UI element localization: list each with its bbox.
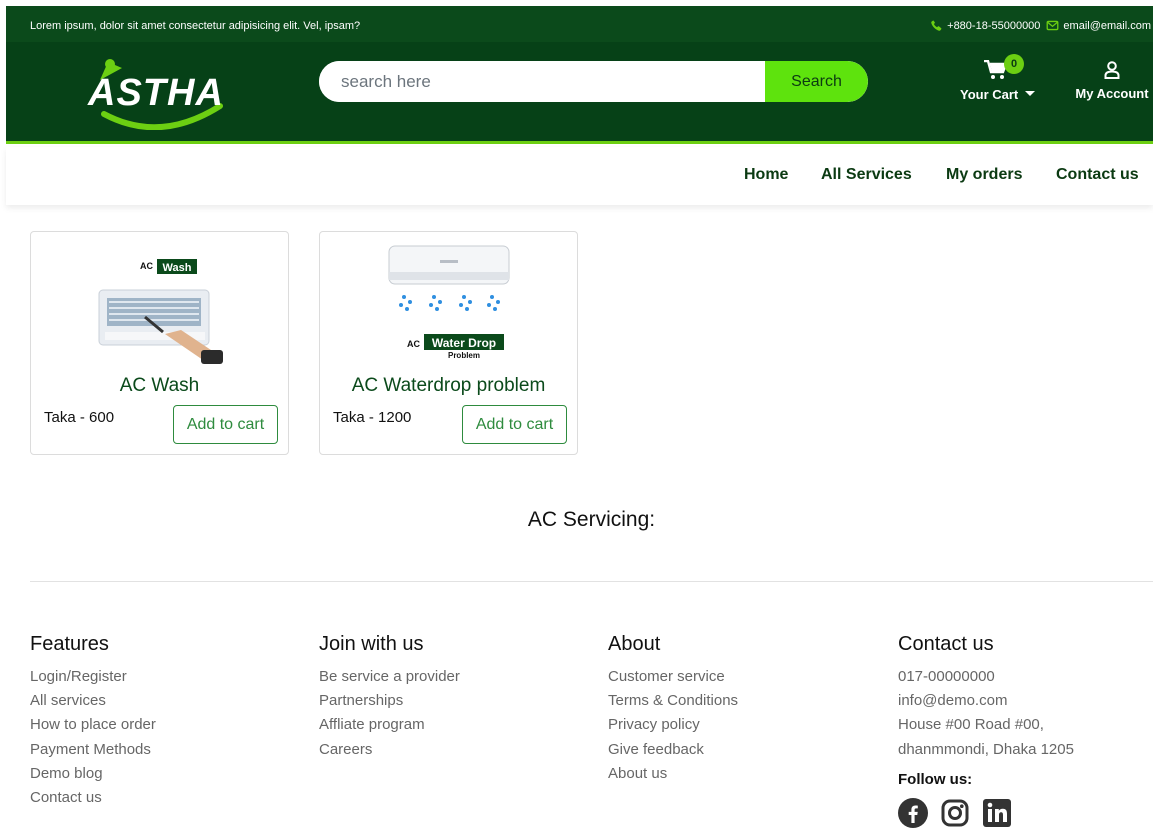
footer-contact: Contact us 017-00000000 info@demo.com Ho… <box>898 633 1074 828</box>
footer-link[interactable]: Customer service <box>608 665 738 689</box>
cart-label: Your Cart <box>960 87 1036 102</box>
footer-divider <box>30 581 1153 582</box>
footer-link[interactable]: How to place order <box>30 713 156 737</box>
footer-heading: About <box>608 633 661 655</box>
logo-text: ASTHA <box>88 72 224 114</box>
search-bar: Search <box>319 61 868 102</box>
footer-link[interactable]: About us <box>608 762 738 786</box>
top-info-bar: Lorem ipsum, dolor sit amet consectetur … <box>6 6 1153 42</box>
footer-features: Features Login/Register All services How… <box>30 633 156 810</box>
product-image-ac-wash[interactable]: AC Wash <box>85 242 235 368</box>
instagram-icon[interactable] <box>940 798 970 828</box>
thumb-caption: AC <box>140 261 153 271</box>
nav-my-orders[interactable]: My orders <box>946 166 1022 184</box>
add-to-cart-button[interactable]: Add to cart <box>173 405 278 444</box>
footer-heading: Contact us <box>898 633 994 655</box>
product-price: Taka - 600 <box>44 409 115 426</box>
footer-heading: Join with us <box>319 633 424 655</box>
footer-link[interactable]: Demo blog <box>30 762 156 786</box>
cart-count-badge: 0 <box>1004 54 1024 74</box>
chevron-down-icon <box>1025 91 1036 96</box>
main-header: ASTHA Search 0 Your Cart My Account <box>6 42 1153 144</box>
user-icon <box>1104 61 1120 79</box>
social-links <box>898 797 1074 828</box>
section-title: AC Servicing: <box>527 508 656 531</box>
product-card-ac-waterdrop: AC Water Drop Problem AC Waterdrop probl… <box>319 231 578 455</box>
footer-link[interactable]: Terms & Conditions <box>608 689 738 713</box>
main-nav: Home All Services My orders Contact us <box>6 147 1153 205</box>
product-title[interactable]: AC Waterdrop problem <box>320 375 577 397</box>
footer-link[interactable]: Payment Methods <box>30 738 156 762</box>
footer-link[interactable]: Privacy policy <box>608 713 738 737</box>
cart-label-text: Your Cart <box>960 87 1019 102</box>
account-label: My Account <box>1075 86 1149 101</box>
my-account-button[interactable]: My Account <box>1070 58 1153 108</box>
mail-icon <box>1046 20 1059 31</box>
contact-address-line1: House #00 Road #00, <box>898 716 1044 734</box>
add-to-cart-button[interactable]: Add to cart <box>462 405 567 444</box>
thumb-caption: AC <box>407 339 420 349</box>
footer-link[interactable]: Be service a provider <box>319 665 460 689</box>
cart-dropdown[interactable]: 0 Your Cart <box>956 54 1042 106</box>
footer-join: Join with us Be service a provider Partn… <box>319 633 460 762</box>
search-button[interactable]: Search <box>765 61 868 102</box>
product-card-ac-wash: AC Wash AC Wash Taka - 600 Add to cart <box>30 231 289 455</box>
nav-home[interactable]: Home <box>744 166 788 184</box>
linkedin-icon[interactable] <box>982 798 1012 828</box>
tagline-text: Lorem ipsum, dolor sit amet consectetur … <box>30 20 361 32</box>
follow-us-label: Follow us: <box>898 770 973 788</box>
footer-link[interactable]: Affliate program <box>319 713 460 737</box>
facebook-icon[interactable] <box>898 797 928 828</box>
product-price: Taka - 1200 <box>333 409 412 426</box>
footer-link[interactable]: Partnerships <box>319 689 460 713</box>
email-contact[interactable]: email@email.com <box>1046 19 1151 32</box>
footer-about: About Customer service Terms & Condition… <box>608 633 738 786</box>
nav-all-services[interactable]: All Services <box>821 166 912 184</box>
thumb-sub: Problem <box>447 351 479 360</box>
footer-link[interactable]: Careers <box>319 738 460 762</box>
search-input[interactable] <box>319 61 765 102</box>
footer-link[interactable]: Contact us <box>30 786 156 810</box>
phone-contact[interactable]: +880-18-55000000 <box>930 19 1040 32</box>
astha-logo[interactable]: ASTHA <box>70 54 240 131</box>
contact-address-line2: dhanmmondi, Dhaka 1205 <box>898 740 1074 758</box>
footer-link[interactable]: All services <box>30 689 156 713</box>
contact-phone: 017-00000000 <box>898 668 995 685</box>
thumb-highlight: Wash <box>162 262 191 274</box>
nav-contact-us[interactable]: Contact us <box>1056 166 1139 184</box>
email-address: email@email.com <box>1063 19 1151 32</box>
footer-link[interactable]: Login/Register <box>30 665 156 689</box>
phone-icon <box>931 19 942 31</box>
footer-heading: Features <box>30 633 109 655</box>
footer-link[interactable]: Give feedback <box>608 738 738 762</box>
top-contacts: +880-18-55000000 email@email.com <box>930 19 1151 32</box>
product-image-ac-waterdrop[interactable]: AC Water Drop Problem <box>374 242 524 368</box>
phone-number: +880-18-55000000 <box>947 19 1041 32</box>
product-title[interactable]: AC Wash <box>31 375 288 397</box>
contact-email: info@demo.com <box>898 692 1008 710</box>
thumb-highlight: Water Drop <box>431 336 495 350</box>
